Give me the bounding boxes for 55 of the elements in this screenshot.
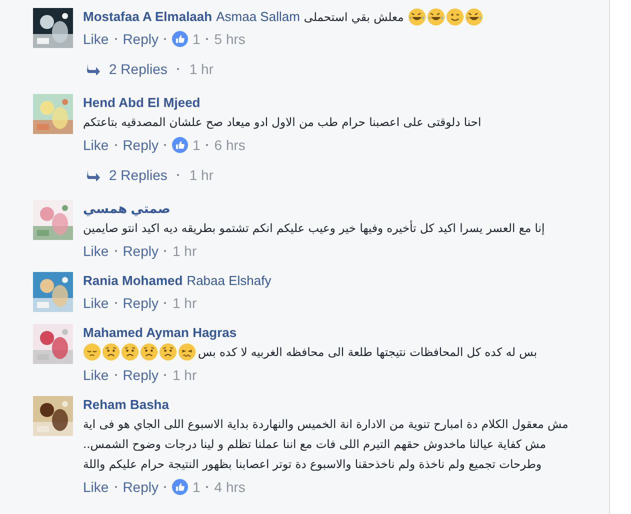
comment-text: إنا مع العسر يسرا اكيد كل تأخيره وفيها خير وعيب عليكم انكم تشتمو بطريقه ديه اكيد انتو صايمين — [83, 219, 545, 237]
reply-arrow-icon — [87, 63, 101, 75]
like-link[interactable]: Like — [83, 134, 109, 156]
comment-text: وطرحات تجميع ولم ناخذة ولم ناخذحقنا والاسبوع دة توتر اعصابنا بظهور النتيجة حرام عليكم واللة — [83, 456, 542, 473]
reply-link[interactable]: Reply — [122, 292, 158, 314]
replies-time: 1 hr — [189, 60, 214, 79]
reply-link[interactable]: Reply — [122, 28, 158, 50]
timestamp: 5 hrs — [214, 30, 246, 49]
reply-arrow-icon — [87, 169, 101, 181]
replies-time: 1 hr — [189, 166, 214, 185]
thumbs-up-icon — [172, 137, 188, 153]
replies-link[interactable]: 2 Replies — [109, 58, 168, 80]
thumbs-up-icon — [172, 31, 188, 47]
tired-face-icon — [178, 343, 196, 361]
author-name[interactable]: Hend Abd El Mjeed — [83, 94, 200, 112]
author-name[interactable]: Reham Basha — [83, 396, 169, 414]
comment-text: احنا دلوقتى على اعصبنا حرام طب من الاول ادو ميعاد صح علشان المصدقيه بتاعتكم — [83, 114, 482, 131]
author-name[interactable]: Mahamed Ayman Hagras — [83, 324, 237, 342]
like-link[interactable]: Like — [83, 292, 109, 314]
author-name[interactable]: Rania Mohamed — [83, 272, 183, 290]
worried-face-icon — [102, 343, 120, 361]
author-name[interactable]: Mostafaa A Elmalaah — [83, 8, 212, 26]
laughing-face-icon — [464, 8, 483, 26]
timestamp: 1 hr — [172, 366, 197, 385]
worried-face-icon — [159, 343, 177, 361]
like-link[interactable]: Like — [83, 476, 109, 498]
worried-face-icon — [140, 343, 158, 361]
reply-link[interactable]: Reply — [122, 476, 158, 498]
like-link[interactable]: Like — [83, 28, 109, 50]
mentioned-name[interactable]: Rabaa Elshafy — [186, 272, 272, 290]
timestamp: 6 hrs — [214, 136, 246, 155]
like-count: 1 — [192, 136, 200, 155]
comment-text: بس له كده كل المحافظات نتيجتها طلعة الى محافظه الغربيه لا كده بس — [198, 344, 538, 361]
laughing-face-icon — [408, 8, 426, 26]
reply-link[interactable]: Reply — [122, 134, 158, 156]
like-link[interactable]: Like — [83, 240, 109, 262]
timestamp: 4 hrs — [214, 478, 246, 497]
like-count: 1 — [192, 478, 200, 497]
reply-link[interactable]: Reply — [122, 364, 158, 386]
sad-face-icon — [83, 343, 101, 361]
mentioned-name[interactable]: Asmaa Sallam — [216, 8, 300, 26]
worried-face-icon — [121, 343, 139, 361]
like-count: 1 — [192, 30, 200, 49]
author-name[interactable]: صمتي همسي — [83, 200, 170, 218]
like-link[interactable]: Like — [83, 364, 109, 386]
comment-text: مش كفاية عيالنا ماخدوش حقهم التيرم اللى فات مع اننا عملنا تظلم و لينا درجات وضوح الشمس.. — [83, 436, 546, 453]
reply-link[interactable]: Reply — [122, 240, 158, 262]
comment-text: معلش بقي استحملى — [304, 9, 404, 26]
timestamp: 1 hr — [172, 294, 197, 313]
thumbs-up-icon — [172, 479, 188, 495]
comment-text: مش معقول الكلام دة امبارح تنوية من الادارة انة الخميس والنهاردة بداية الاسبوع اللى الجاي هو فى اية — [83, 416, 568, 433]
winking-face-icon — [446, 8, 464, 26]
timestamp: 1 hr — [172, 242, 197, 261]
laughing-face-icon — [426, 8, 445, 26]
replies-link[interactable]: 2 Replies — [109, 164, 168, 186]
